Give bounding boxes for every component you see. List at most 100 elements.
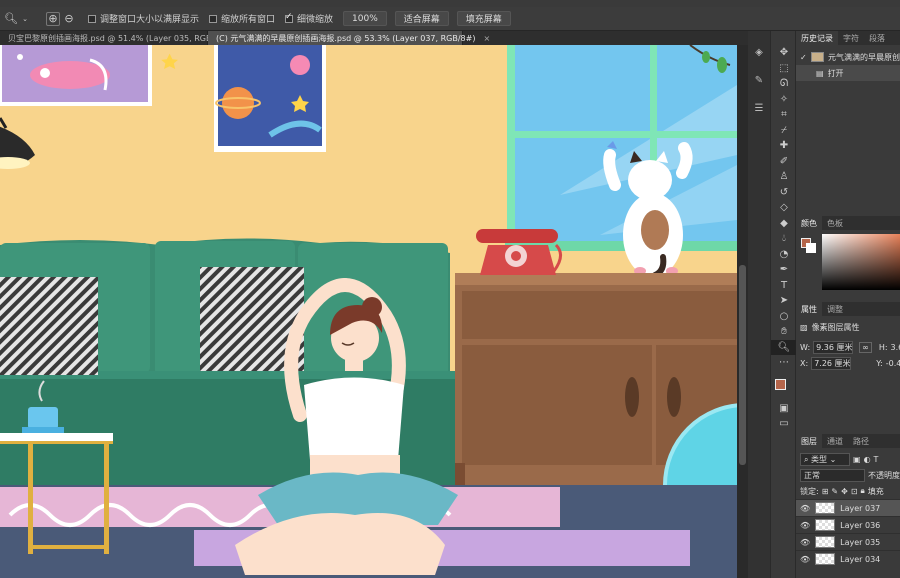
move-tool-icon[interactable]: ✥ xyxy=(771,45,797,61)
adjust-icon[interactable]: ☰ xyxy=(748,97,770,119)
illustration xyxy=(0,45,737,578)
layer-row[interactable]: 👁︎ Layer 037 xyxy=(796,499,900,516)
color-field[interactable] xyxy=(822,234,900,290)
screen-mode-icon[interactable]: ▭ xyxy=(771,416,797,432)
tab-adjustments[interactable]: 调整 xyxy=(822,302,848,316)
scrubby-zoom-checkbox[interactable]: 细微缩放 xyxy=(285,12,333,25)
layer-thumbnail xyxy=(815,519,836,531)
dropdown-arrow-icon[interactable]: ⌄ xyxy=(18,12,32,26)
resize-windows-checkbox[interactable]: 调整窗口大小以满屏显示 xyxy=(88,12,199,25)
properties-panel-tabs: 属性 调整 xyxy=(796,302,900,316)
tab-document-1[interactable]: 贝宝巴黎原创插画海报.psd @ 51.4% (Layer 035, RGB/8… xyxy=(0,31,229,45)
lasso-tool-icon[interactable]: ᘏ xyxy=(771,76,797,92)
eye-icon[interactable]: 👁︎ xyxy=(800,555,810,564)
history-brush-icon[interactable]: ↺ xyxy=(771,185,797,201)
history-step[interactable]: ▤ 打开 xyxy=(796,65,900,81)
zoom-all-windows-checkbox[interactable]: 缩放所有窗口 xyxy=(209,12,275,25)
color-picker[interactable] xyxy=(796,230,900,302)
tab-swatches[interactable]: 色板 xyxy=(822,216,848,230)
lock-label: 锁定: xyxy=(800,486,819,496)
right-panels: 历史记录 字符 段落 ✓ 元气满满的早晨原创 ▤ 打开 颜色 色板 属性 调整 … xyxy=(796,31,900,578)
fill-label: 填充 xyxy=(867,486,884,496)
layers-panel-tabs: 图层 通道 路径 xyxy=(796,434,900,448)
height-field[interactable]: 3.67 xyxy=(891,343,900,352)
lock-all-icon[interactable]: 🔒︎ xyxy=(861,486,865,496)
close-icon[interactable]: × xyxy=(483,34,490,43)
tab-paths[interactable]: 路径 xyxy=(848,434,874,448)
fit-screen-button[interactable]: 适合屏幕 xyxy=(394,11,449,26)
eye-icon[interactable]: 👁︎ xyxy=(800,538,810,547)
tab-document-2[interactable]: (C) 元气满满的早晨原创插画海报.psd @ 53.3% (Layer 037… xyxy=(208,31,490,45)
quick-select-tool-icon[interactable]: ✧ xyxy=(771,92,797,108)
eye-icon[interactable]: 👁︎ xyxy=(800,521,810,530)
eyedropper-tool-icon[interactable]: ⌿ xyxy=(771,123,797,139)
hand-tool-icon[interactable]: ✋︎ xyxy=(771,324,797,340)
zoom-tool-icon[interactable]: 🔍︎ xyxy=(771,339,797,355)
color-swatches[interactable] xyxy=(771,371,797,401)
crop-tool-icon[interactable]: ⌗ xyxy=(771,107,797,123)
eraser-tool-icon[interactable]: ◇ xyxy=(771,200,797,216)
h-label: H: xyxy=(878,342,888,352)
layer-row[interactable]: 👁︎ Layer 034 xyxy=(796,550,900,567)
lock-artboard-icon[interactable]: ⊡ xyxy=(851,487,858,496)
checkbox-box[interactable] xyxy=(209,14,218,23)
pen-tool-icon[interactable]: ✒ xyxy=(771,262,797,278)
more-tools-icon[interactable]: ⋯ xyxy=(771,355,797,371)
zoom-tool-icon[interactable]: 🔍︎ xyxy=(4,12,18,26)
eye-icon[interactable]: 👁︎ xyxy=(800,504,810,513)
x-field[interactable]: 7.26 厘米 xyxy=(811,356,852,370)
layer-filter-select[interactable]: ⌕ 类型 ⌄ xyxy=(800,452,850,466)
vertical-scrollbar[interactable] xyxy=(737,45,748,578)
document-tabs: 贝宝巴黎原创插画海报.psd @ 51.4% (Layer 035, RGB/8… xyxy=(0,31,748,45)
opacity-label: 不透明度 xyxy=(868,470,900,480)
x-label: X: xyxy=(800,358,809,368)
tab-color[interactable]: 颜色 xyxy=(796,216,822,230)
quick-mask-icon[interactable]: ▣ xyxy=(771,401,797,417)
healing-brush-icon[interactable]: ✚ xyxy=(771,138,797,154)
lock-move-icon[interactable]: ✥ xyxy=(841,487,848,496)
zoom-100-button[interactable]: 100% xyxy=(343,11,387,26)
zoom-all-label: 缩放所有窗口 xyxy=(221,15,276,25)
document-canvas[interactable] xyxy=(0,45,737,578)
shape-tool-icon[interactable]: ○ xyxy=(771,309,797,325)
filter-adjust-icon[interactable]: ◐ xyxy=(864,455,871,464)
history-snapshot[interactable]: ✓ 元气满满的早晨原创 xyxy=(796,49,900,65)
width-field[interactable]: 9.36 厘米 xyxy=(813,340,854,354)
zoom-out-icon[interactable]: ⊖ xyxy=(62,12,76,26)
checkbox-box-checked[interactable] xyxy=(285,12,294,23)
cube-icon[interactable]: ◈ xyxy=(748,41,770,63)
scrollbar-thumb[interactable] xyxy=(739,265,746,465)
tab-paragraph[interactable]: 段落 xyxy=(864,31,890,45)
size-row: W: 9.36 厘米 ∞ H: 3.67 xyxy=(796,339,900,355)
checkbox-box[interactable] xyxy=(88,14,96,23)
blur-tool-icon[interactable]: 💧︎ xyxy=(771,231,797,247)
link-icon[interactable]: ∞ xyxy=(859,341,872,353)
tab-history[interactable]: 历史记录 xyxy=(796,31,838,45)
layer-row[interactable]: 👁︎ Layer 035 xyxy=(796,533,900,550)
layer-name: Layer 036 xyxy=(840,520,881,530)
poster-left xyxy=(0,45,152,106)
zoom-in-icon[interactable]: ⊕ xyxy=(46,11,60,26)
tab-layers[interactable]: 图层 xyxy=(796,434,822,448)
brush-tool-icon[interactable]: ✐ xyxy=(771,154,797,170)
type-tool-icon[interactable]: T xyxy=(771,278,797,294)
stamp-tool-icon[interactable]: ♙ xyxy=(771,169,797,185)
tab-channels[interactable]: 通道 xyxy=(822,434,848,448)
fill-screen-button[interactable]: 填充屏幕 xyxy=(456,11,511,26)
lock-brush-icon[interactable]: ✎ xyxy=(831,487,838,496)
brush-settings-icon[interactable]: ✎ xyxy=(748,69,770,91)
y-field[interactable]: -0.4 xyxy=(886,359,900,368)
dodge-tool-icon[interactable]: ◔ xyxy=(771,247,797,263)
layer-row[interactable]: 👁︎ Layer 036 xyxy=(796,516,900,533)
filter-type-icon[interactable]: T xyxy=(874,455,879,464)
background-color-chip[interactable] xyxy=(806,243,816,253)
blend-mode-select[interactable]: 正常 xyxy=(800,468,865,482)
tab-character[interactable]: 字符 xyxy=(838,31,864,45)
paint-bucket-icon[interactable]: ◆ xyxy=(771,216,797,232)
filter-pixel-icon[interactable]: ▣ xyxy=(853,455,861,464)
marquee-tool-icon[interactable]: ⬚ xyxy=(771,61,797,77)
foreground-color-swatch[interactable] xyxy=(775,378,786,390)
path-select-icon[interactable]: ➤ xyxy=(771,293,797,309)
tab-properties[interactable]: 属性 xyxy=(796,302,822,316)
lock-transparent-icon[interactable]: ⊞ xyxy=(822,487,829,496)
